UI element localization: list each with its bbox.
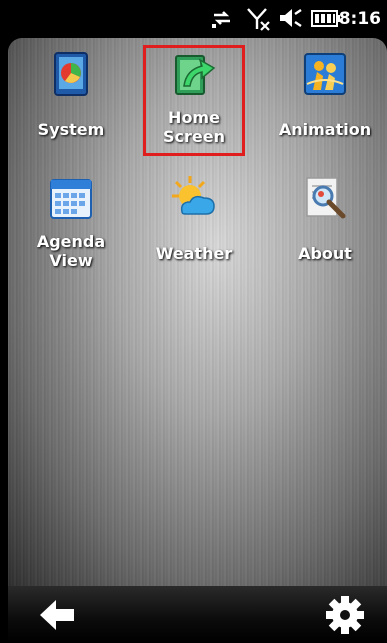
home-screen-item[interactable]: Home Screen [134,50,254,146]
bottom-toolbar [8,586,387,643]
main-screen: System Home Screen Animation Agenda View… [8,38,387,586]
about-label: About [298,244,352,263]
system-label: System [37,120,105,139]
agenda-view-item[interactable]: Agenda View [11,174,131,270]
no-signal-icon [247,8,270,31]
agenda-view-icon [50,179,92,219]
status-bar: 8:16 [0,0,387,38]
home-screen-icon [175,55,216,95]
weather-item[interactable]: Weather [134,174,254,263]
weather-label: Weather [155,244,233,263]
speaker-icon [280,9,302,27]
about-item[interactable]: About [265,174,385,263]
home-screen-label: Home Screen [163,108,225,146]
about-icon [306,177,346,219]
system-icon [54,52,88,96]
weather-icon [172,176,215,215]
clock: 8:16 [338,9,381,29]
data-transfer-icon [212,11,230,28]
back-arrow-icon[interactable] [36,594,78,636]
battery-icon [311,10,340,27]
animation-item[interactable]: Animation [265,50,385,139]
animation-label: Animation [278,120,372,139]
settings-gear-icon[interactable] [324,594,366,636]
system-item[interactable]: System [11,50,131,139]
animation-icon [304,53,346,95]
agenda-view-label: Agenda View [36,232,106,270]
